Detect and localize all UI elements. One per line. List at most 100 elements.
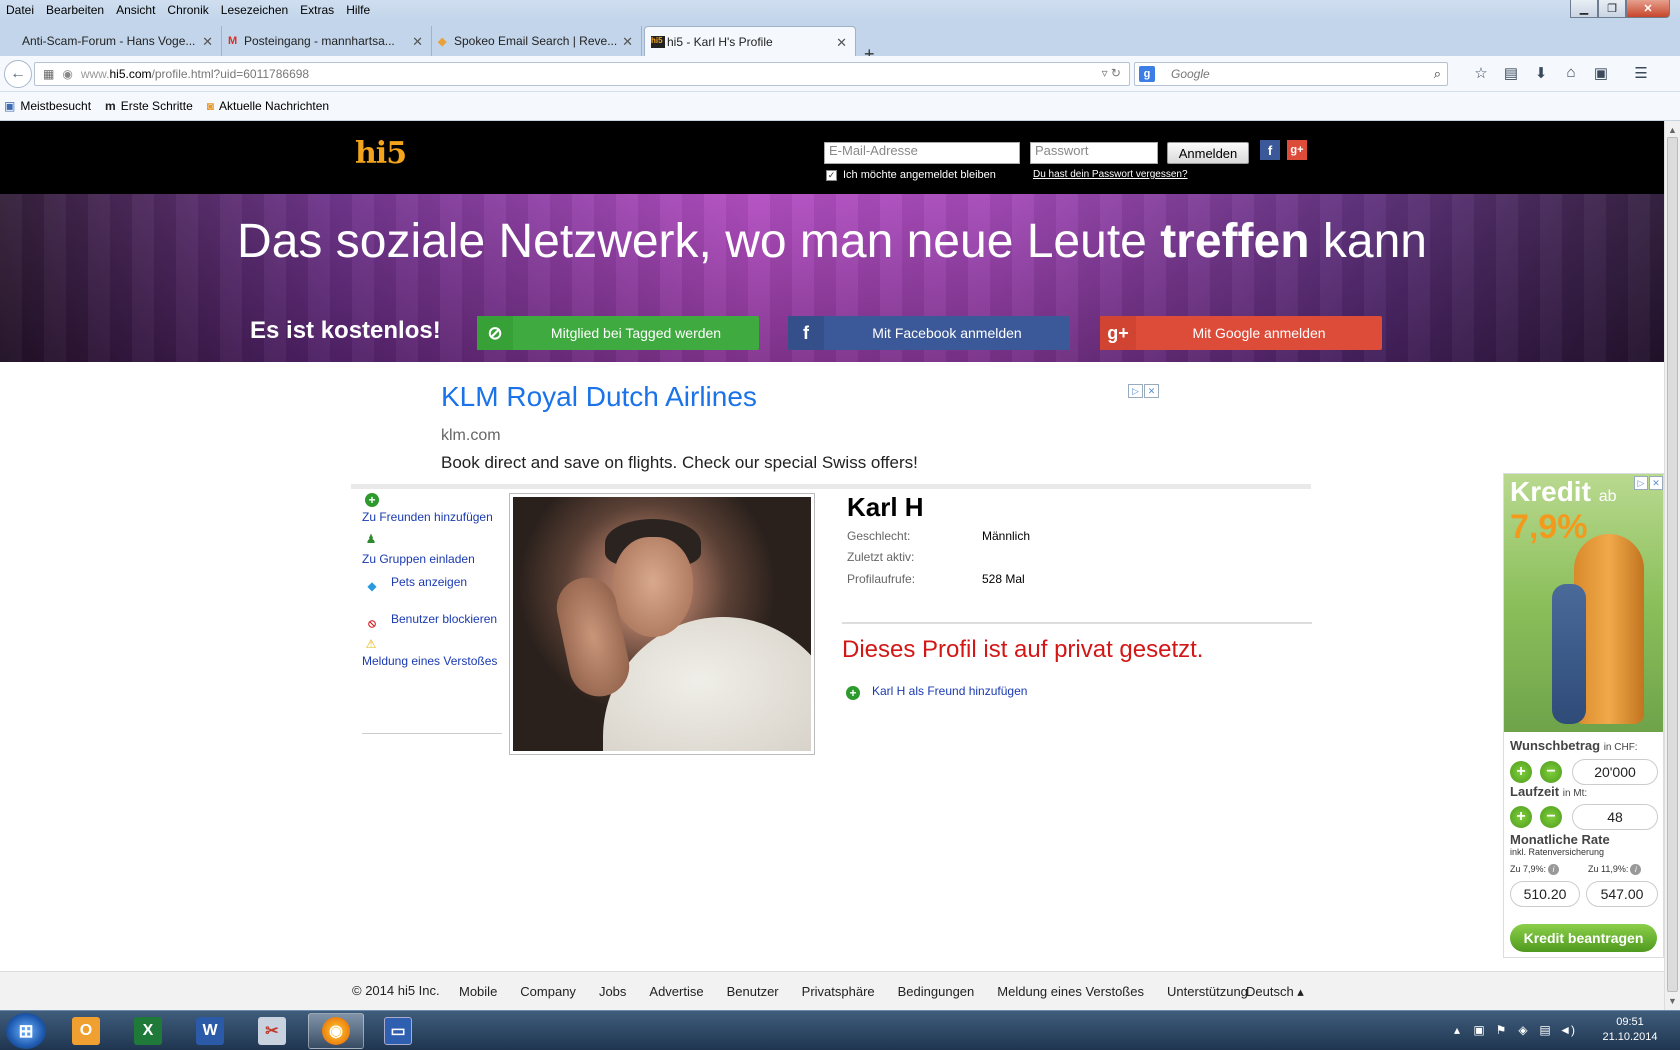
add-as-friend-link[interactable]: Karl H als Freund hinzufügen	[872, 684, 1027, 698]
menu-lesezeichen[interactable]: Lesezeichen	[215, 3, 294, 17]
reading-list-icon[interactable]: ▤	[1496, 64, 1526, 82]
close-tab-icon[interactable]: ✕	[202, 34, 213, 50]
email-field[interactable]: E-Mail-Adresse	[824, 142, 1020, 164]
invite-groups-link[interactable]: Zu Gruppen einladen	[362, 552, 475, 566]
start-button[interactable]: ⊞	[6, 1013, 46, 1049]
menu-extras[interactable]: Extras	[294, 3, 340, 17]
star-icon[interactable]: ☆	[1466, 64, 1496, 82]
amount-plus-button[interactable]: +	[1510, 761, 1532, 783]
add-friend-link[interactable]: Zu Freunden hinzufügen	[362, 510, 493, 524]
facebook-login-button[interactable]: f Mit Facebook anmelden	[788, 316, 1070, 350]
bookmark-meistbesucht[interactable]: ▣ Meistbesucht	[4, 99, 91, 113]
address-bar[interactable]: ▦ ◉ www. hi5.com/profile.html?uid=6011786…	[34, 62, 1130, 86]
language-selector[interactable]: Deutsch ▴	[1246, 984, 1304, 1000]
close-tab-icon[interactable]: ✕	[622, 34, 633, 50]
pocket-icon[interactable]: ▣	[1586, 64, 1616, 82]
tab-anti-scam-forum[interactable]: Anti-Scam-Forum - Hans Voge... ✕	[0, 26, 222, 56]
menu-icon[interactable]: ☰	[1626, 64, 1656, 82]
close-tab-icon[interactable]: ✕	[412, 34, 423, 50]
credit-ad[interactable]: Kredit ab 7,9% ▷ ✕ Wunschbetrag in CHF: …	[1503, 473, 1664, 958]
password-field[interactable]: Passwort	[1030, 142, 1158, 164]
menu-ansicht[interactable]: Ansicht	[110, 3, 161, 17]
footer-link-jobs[interactable]: Jobs	[599, 984, 626, 999]
taskbar-outlook[interactable]: O	[58, 1013, 114, 1049]
amount-minus-button[interactable]: −	[1540, 761, 1562, 783]
report-link[interactable]: Meldung eines Verstoßes	[362, 654, 497, 668]
scrollbar-thumb[interactable]	[1667, 137, 1678, 992]
bookmark-erste-schritte[interactable]: m Erste Schritte	[105, 99, 193, 113]
adchoices-badge[interactable]: ▷ ✕	[1633, 476, 1663, 490]
network-icon[interactable]: ▤	[1534, 1023, 1556, 1037]
add-friend-icon[interactable]: +	[846, 686, 860, 700]
remember-me[interactable]: ✓ Ich möchte angemeldet bleiben	[826, 169, 996, 181]
footer-link-advertise[interactable]: Advertise	[649, 984, 703, 999]
info-icon[interactable]: i	[1548, 864, 1560, 875]
search-icon[interactable]: ⌕	[1434, 66, 1441, 82]
apply-credit-button[interactable]: Kredit beantragen	[1510, 924, 1657, 952]
ad-domain[interactable]: klm.com	[441, 427, 501, 445]
vertical-scrollbar[interactable]: ▲ ▼	[1664, 121, 1680, 1010]
tray-expand-icon[interactable]: ▴	[1446, 1023, 1468, 1037]
tray-app-icon[interactable]: ▣	[1468, 1023, 1490, 1037]
ad-close-icon[interactable]: ✕	[1649, 476, 1663, 490]
term-value[interactable]: 48	[1572, 804, 1658, 830]
taskbar-app[interactable]: ▭	[370, 1013, 426, 1049]
search-bar[interactable]: g Google ⌕	[1134, 62, 1448, 86]
footer-link-report[interactable]: Meldung eines Verstoßes	[997, 984, 1144, 999]
term-plus-button[interactable]: +	[1510, 806, 1532, 828]
login-button[interactable]: Anmelden	[1167, 142, 1249, 164]
adchoices-icon[interactable]: ▷	[1128, 384, 1143, 398]
download-icon[interactable]: ⬇	[1526, 64, 1556, 82]
tray-sync-icon[interactable]: ◈	[1512, 1023, 1534, 1037]
remember-checkbox[interactable]: ✓	[826, 169, 837, 181]
taskbar-word[interactable]: W	[182, 1013, 238, 1049]
back-button[interactable]: ←	[4, 60, 32, 88]
tag-icon[interactable]: ◆	[365, 579, 379, 593]
google-plus-icon[interactable]: g+	[1287, 140, 1307, 160]
profile-photo[interactable]	[509, 493, 815, 755]
bookmark-aktuelle-nachrichten[interactable]: ◙ Aktuelle Nachrichten	[207, 99, 329, 113]
hi5-logo[interactable]: hi5	[355, 136, 407, 171]
clock[interactable]: 09:51 21.10.2014	[1590, 1015, 1670, 1045]
amount-value[interactable]: 20'000	[1572, 759, 1658, 785]
home-icon[interactable]: ⌂	[1556, 64, 1586, 82]
group-icon[interactable]: ♟	[364, 532, 378, 546]
menu-datei[interactable]: Datei	[0, 3, 40, 17]
footer-link-terms[interactable]: Bedingungen	[898, 984, 975, 999]
tab-hi5-profile[interactable]: hi5 hi5 - Karl H's Profile ✕	[644, 26, 856, 56]
menu-bearbeiten[interactable]: Bearbeiten	[40, 3, 110, 17]
flag-icon[interactable]: ⚑	[1490, 1023, 1512, 1037]
footer-link-privacy[interactable]: Privatsphäre	[802, 984, 875, 999]
footer-link-benutzer[interactable]: Benutzer	[727, 984, 779, 999]
block-user-link[interactable]: Benutzer blockieren	[391, 612, 497, 626]
term-minus-button[interactable]: −	[1540, 806, 1562, 828]
info-icon[interactable]: i	[1630, 864, 1642, 875]
footer-link-company[interactable]: Company	[520, 984, 576, 999]
tab-spokeo[interactable]: ◆ Spokeo Email Search | Reve... ✕	[432, 26, 642, 56]
warning-icon[interactable]: ⚠	[364, 637, 378, 651]
minimize-icon[interactable]: ▁	[1570, 0, 1598, 18]
close-window-icon[interactable]: ✕	[1626, 0, 1670, 18]
google-login-button[interactable]: g+ Mit Google anmelden	[1100, 316, 1382, 350]
scroll-up-icon[interactable]: ▲	[1668, 125, 1677, 135]
reload-icon[interactable]: ▿ ↻	[1102, 66, 1121, 80]
volume-icon[interactable]: ◄)	[1556, 1023, 1578, 1037]
ad-title-link[interactable]: KLM Royal Dutch Airlines	[441, 381, 757, 413]
scroll-down-icon[interactable]: ▼	[1668, 996, 1677, 1006]
close-tab-icon[interactable]: ✕	[836, 35, 847, 51]
adchoices-icon[interactable]: ▷	[1634, 476, 1648, 490]
facebook-icon[interactable]: f	[1260, 140, 1280, 160]
taskbar-excel[interactable]: X	[120, 1013, 176, 1049]
taskbar-firefox[interactable]: ◉	[308, 1013, 364, 1049]
tab-posteingang[interactable]: M Posteingang - mannhartsa... ✕	[222, 26, 432, 56]
add-friend-icon[interactable]: +	[365, 493, 379, 507]
menu-hilfe[interactable]: Hilfe	[340, 3, 376, 17]
block-icon[interactable]: ⦸	[365, 616, 379, 630]
taskbar-snipping-tool[interactable]: ✂	[244, 1013, 300, 1049]
maximize-icon[interactable]: ❐	[1598, 0, 1626, 18]
forgot-password-link[interactable]: Du hast dein Passwort vergessen?	[1033, 169, 1188, 180]
ad-text[interactable]: Book direct and save on flights. Check o…	[441, 453, 918, 473]
join-tagged-button[interactable]: ⊘ Mitglied bei Tagged werden	[477, 316, 759, 350]
ad-close-icon[interactable]: ✕	[1144, 384, 1159, 398]
adchoices-badge[interactable]: ▷ ✕	[1128, 384, 1160, 398]
